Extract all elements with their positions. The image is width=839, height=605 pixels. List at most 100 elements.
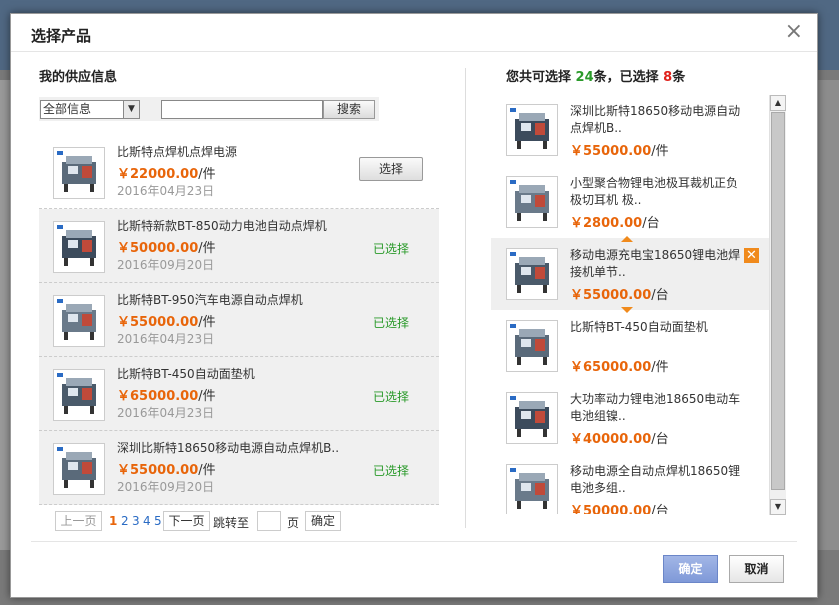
product-thumbnail	[53, 443, 105, 495]
currency-symbol: ￥	[117, 167, 131, 182]
price-value: 2800.00	[583, 216, 643, 231]
price-value: 55000.00	[130, 463, 199, 478]
price-unit: /件	[198, 241, 216, 256]
selected-item-price: ￥55000.00/件	[570, 140, 669, 159]
product-row: 比斯特BT-950汽车电源自动点焊机 ￥55000.00/件 2016年04月23日…	[39, 283, 439, 357]
product-price: ￥55000.00/件	[117, 459, 216, 478]
selected-item-thumbnail	[506, 104, 558, 156]
prev-page-button[interactable]: 上一页	[55, 511, 102, 531]
selected-item-thumbnail	[506, 464, 558, 514]
scroll-thumb[interactable]	[771, 112, 785, 490]
select-button[interactable]: 选择	[359, 157, 423, 181]
product-name[interactable]: 比斯特点焊机点焊电源	[117, 143, 237, 160]
select-product-dialog: 选择产品 × 我的供应信息 全部信息 ▼ 搜索 比斯特点焊机点焊电源 ￥22000…	[10, 13, 818, 598]
product-price: ￥22000.00/件	[117, 163, 216, 182]
price-value: 50000.00	[130, 241, 199, 256]
product-thumbnail	[53, 369, 105, 421]
selected-item-thumbnail	[506, 320, 558, 372]
supply-info-panel: 我的供应信息 全部信息 ▼ 搜索 比斯特点焊机点焊电源 ￥22000.00/件 20…	[39, 66, 439, 531]
product-date: 2016年09月20日	[117, 258, 215, 272]
price-unit: /件	[198, 463, 216, 478]
product-date: 2016年04月23日	[117, 406, 215, 420]
move-up-icon[interactable]	[621, 236, 633, 242]
product-name[interactable]: 比斯特新款BT-850动力电池自动点焊机	[117, 217, 327, 234]
page-2[interactable]: 2	[121, 514, 129, 528]
selected-item-name: 移动电源充电宝18650锂电池焊接机单节..	[570, 248, 741, 279]
price-value: 40000.00	[583, 432, 652, 447]
page-5[interactable]: 5	[154, 514, 162, 528]
search-input[interactable]	[161, 100, 323, 119]
close-icon[interactable]: ×	[785, 21, 803, 43]
currency-symbol: ￥	[117, 315, 131, 330]
selected-status: 已选择	[373, 242, 410, 256]
product-row: 比斯特BT-450自动面垫机 ￥65000.00/件 2016年04月23日 已选择	[39, 357, 439, 431]
selected-item-price: ￥65000.00/件	[570, 356, 669, 375]
remove-icon[interactable]: ✕	[744, 248, 759, 263]
product-price: ￥50000.00/件	[117, 237, 216, 256]
selected-item-name: 小型聚合物锂电池极耳裁机正负极切耳机 极..	[570, 176, 739, 207]
price-unit: /台	[651, 432, 669, 447]
jump-page-input[interactable]	[257, 511, 281, 531]
selected-products-panel: 您共可选择 24条，已选择 8条 深圳比斯特18650移动电源自动点焊机B.. ￥…	[491, 66, 787, 515]
currency-symbol: ￥	[570, 216, 584, 231]
product-list: 比斯特点焊机点焊电源 ￥22000.00/件 2016年04月23日 选择比斯特新款B…	[39, 135, 439, 505]
selected-item: 移动电源全自动点焊机18650锂电池多组.. ￥50000.00/台	[491, 454, 769, 514]
page-3[interactable]: 3	[132, 514, 140, 528]
product-thumbnail	[53, 221, 105, 273]
selected-status: 已选择	[373, 464, 410, 478]
scroll-down-icon[interactable]: ▼	[770, 499, 786, 515]
selected-item-price: ￥40000.00/台	[570, 428, 669, 447]
selected-status: 已选择	[373, 390, 410, 404]
selected-item: 移动电源充电宝18650锂电池焊接机单节.. ￥55000.00/台 ✕	[491, 236, 769, 313]
confirm-button[interactable]: 确定	[663, 555, 718, 583]
jump-label: 跳转至	[213, 516, 250, 530]
price-unit: /台	[642, 216, 660, 231]
product-row: 比斯特新款BT-850动力电池自动点焊机 ￥50000.00/件 2016年09月2…	[39, 209, 439, 283]
page-1[interactable]: 1	[109, 514, 117, 528]
currency-symbol: ￥	[570, 144, 584, 159]
product-row: 比斯特点焊机点焊电源 ￥22000.00/件 2016年04月23日 选择	[39, 135, 439, 209]
selection-count: 您共可选择 24条，已选择 8条	[506, 70, 686, 85]
scroll-up-icon[interactable]: ▲	[770, 95, 786, 111]
next-page-button[interactable]: 下一页	[163, 511, 210, 531]
dropdown-arrow-icon[interactable]: ▼	[123, 101, 139, 118]
selected-item-thumbnail	[506, 248, 558, 300]
price-unit: /件	[651, 360, 669, 375]
price-value: 65000.00	[130, 389, 199, 404]
filter-select[interactable]: 全部信息 ▼	[40, 100, 140, 119]
price-value: 55000.00	[583, 144, 652, 159]
search-button[interactable]: 搜索	[323, 100, 375, 119]
background-left	[0, 80, 10, 550]
selected-item: 小型聚合物锂电池极耳裁机正负极切耳机 极.. ￥2800.00/台	[491, 166, 769, 238]
selected-item-name: 比斯特BT-450自动面垫机	[570, 320, 708, 334]
jump-confirm-button[interactable]: 确定	[305, 511, 341, 531]
footer-divider	[31, 541, 797, 542]
panel-divider	[465, 68, 466, 528]
selected-item-name: 深圳比斯特18650移动电源自动点焊机B..	[570, 104, 741, 135]
selected-item: 大功率动力锂电池18650电动车电池组镍.. ￥40000.00/台	[491, 382, 769, 454]
price-unit: /件	[198, 167, 216, 182]
currency-symbol: ￥	[570, 288, 584, 303]
price-unit: /件	[198, 389, 216, 404]
filter-bar: 全部信息 ▼ 搜索	[39, 97, 379, 121]
dialog-header: 选择产品 ×	[11, 14, 817, 52]
currency-symbol: ￥	[117, 241, 131, 256]
cancel-button[interactable]: 取消	[729, 555, 784, 583]
price-value: 50000.00	[583, 504, 652, 514]
product-name[interactable]: 深圳比斯特18650移动电源自动点焊机B..	[117, 439, 339, 456]
selected-item: 比斯特BT-450自动面垫机 ￥65000.00/件	[491, 310, 769, 382]
currency-symbol: ￥	[570, 432, 584, 447]
selected-item-thumbnail	[506, 392, 558, 444]
page-4[interactable]: 4	[143, 514, 151, 528]
product-thumbnail	[53, 147, 105, 199]
product-name[interactable]: 比斯特BT-950汽车电源自动点焊机	[117, 291, 303, 308]
price-value: 55000.00	[130, 315, 199, 330]
selected-item: 深圳比斯特18650移动电源自动点焊机B.. ￥55000.00/件	[491, 94, 769, 166]
product-date: 2016年04月23日	[117, 184, 215, 198]
currency-symbol: ￥	[117, 389, 131, 404]
product-price: ￥65000.00/件	[117, 385, 216, 404]
price-value: 65000.00	[583, 360, 652, 375]
selected-list-scrollbar[interactable]: ▲ ▼	[769, 95, 786, 515]
product-name[interactable]: 比斯特BT-450自动面垫机	[117, 365, 255, 382]
filter-select-value: 全部信息	[43, 102, 92, 116]
